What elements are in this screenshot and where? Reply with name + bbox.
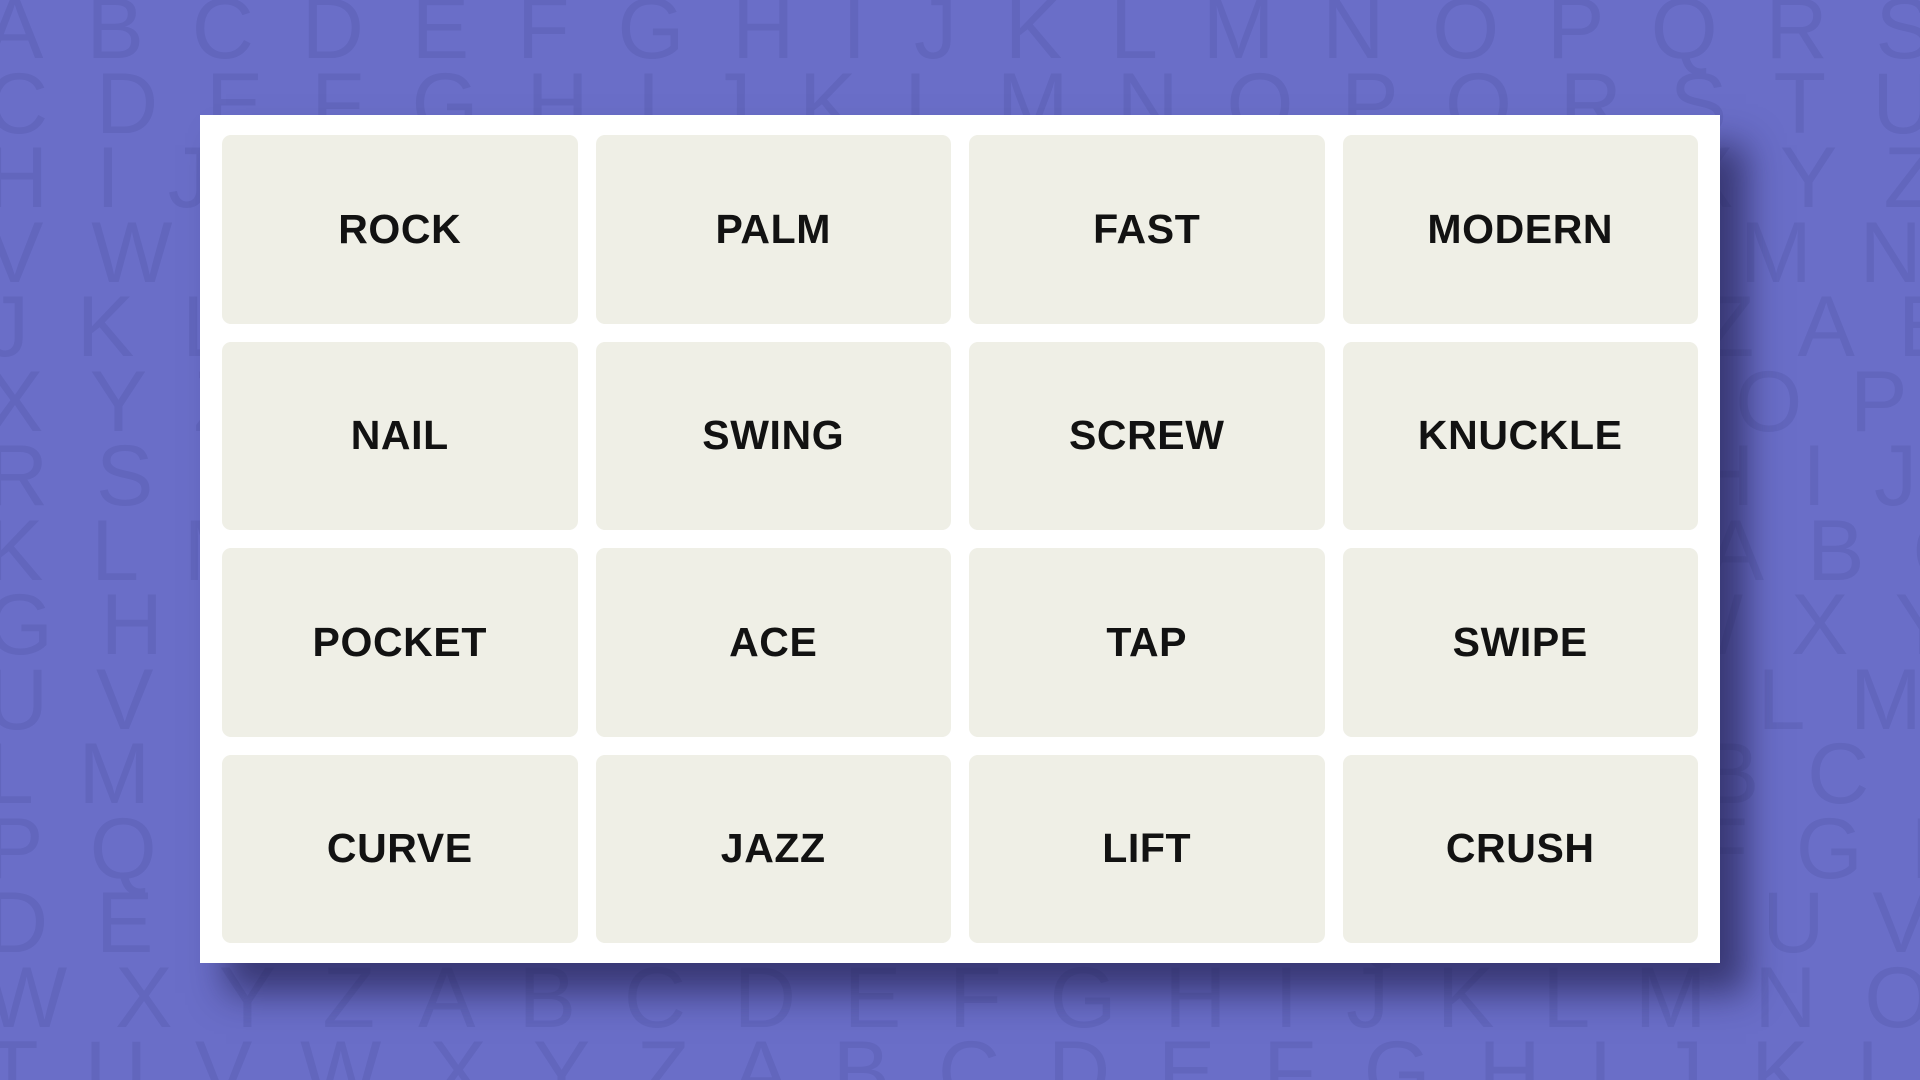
word-tile-label: CURVE: [326, 825, 473, 872]
word-tile-label: POCKET: [312, 618, 487, 665]
word-tile[interactable]: FAST: [969, 135, 1325, 324]
word-tile[interactable]: LIFT: [969, 754, 1325, 943]
word-tile-label: KNUCKLE: [1417, 412, 1623, 459]
word-tile[interactable]: ROCK: [222, 135, 578, 324]
word-tile[interactable]: SWING: [595, 341, 951, 530]
word-tile[interactable]: NAIL: [222, 341, 578, 530]
alphabet-row: A B C D E F G H I J K L M N O P Q R S T …: [0, 0, 1920, 77]
word-tile[interactable]: TAP: [969, 548, 1325, 737]
alphabet-row: W X Y Z A B C D E F G H I J K L M N O P …: [0, 949, 1920, 1046]
word-tile[interactable]: SWIPE: [1342, 548, 1698, 737]
puzzle-board: ROCK PALM FAST MODERN NAIL SWING SCREW KNUCKLE P…: [200, 115, 1720, 963]
word-tile-label: JAZZ: [720, 825, 826, 872]
word-tile[interactable]: CRUSH: [1342, 754, 1698, 943]
word-tile-label: FAST: [1093, 205, 1201, 252]
word-tile[interactable]: SCREW: [969, 341, 1325, 530]
word-tile[interactable]: ACE: [595, 548, 951, 737]
word-tile-label: SCREW: [1068, 412, 1225, 459]
word-tile-label: SWIPE: [1452, 618, 1588, 665]
word-tile-label: ACE: [729, 618, 818, 665]
word-tile[interactable]: JAZZ: [595, 754, 951, 943]
alphabet-row: T U V W X Y Z A B C D E F G H I J K L M …: [0, 1024, 1920, 1080]
word-tile-label: PALM: [715, 205, 831, 252]
word-tile-label: LIFT: [1102, 825, 1192, 872]
word-tile-label: ROCK: [338, 205, 462, 252]
word-tile-label: MODERN: [1427, 205, 1614, 252]
word-tile-label: CRUSH: [1445, 825, 1595, 872]
word-tile[interactable]: POCKET: [222, 548, 578, 737]
word-tile-label: TAP: [1106, 618, 1188, 665]
word-tile[interactable]: CURVE: [222, 754, 578, 943]
word-tile-grid: ROCK PALM FAST MODERN NAIL SWING SCREW KNUCKLE P…: [222, 135, 1698, 943]
word-tile-label: NAIL: [350, 412, 449, 459]
word-tile-label: SWING: [702, 412, 845, 459]
word-tile[interactable]: PALM: [595, 135, 951, 324]
word-tile[interactable]: KNUCKLE: [1342, 341, 1698, 530]
word-tile[interactable]: MODERN: [1342, 135, 1698, 324]
